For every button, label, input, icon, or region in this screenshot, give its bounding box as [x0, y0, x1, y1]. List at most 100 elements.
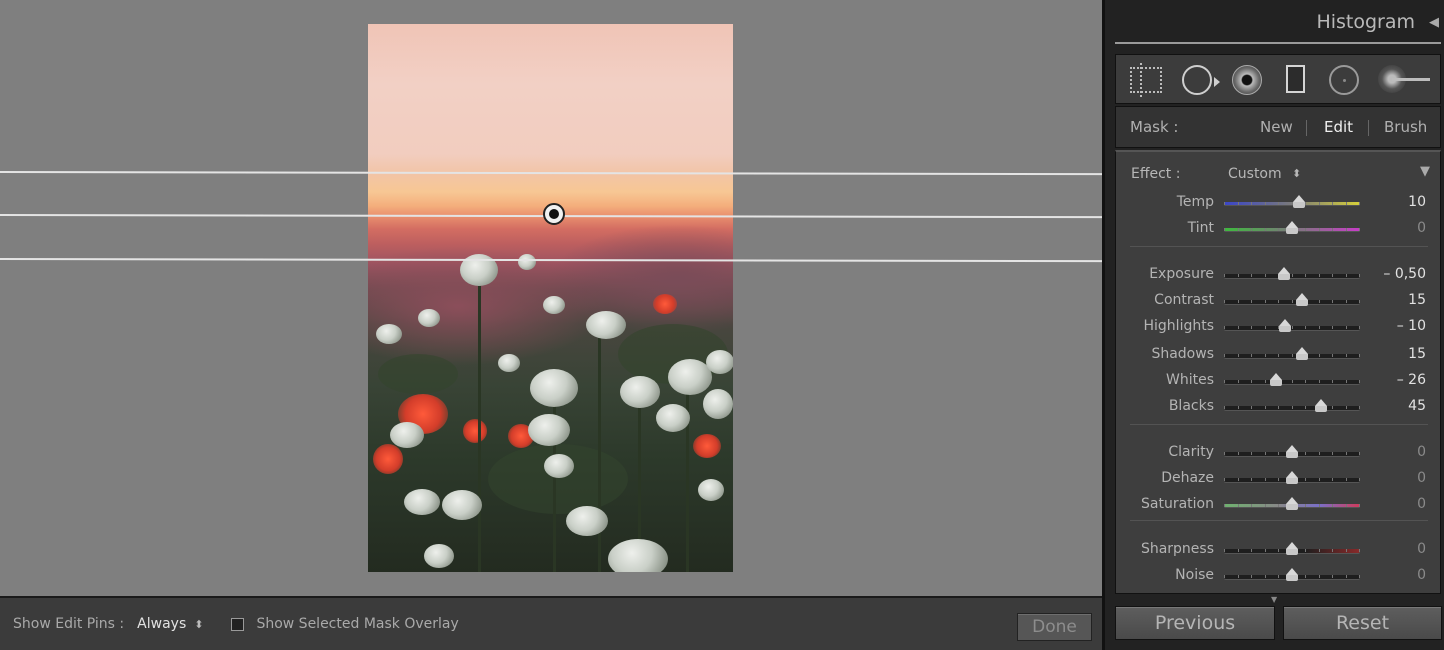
whites-slider[interactable]	[1224, 373, 1360, 386]
effect-select[interactable]: Custom	[1228, 166, 1282, 182]
reset-button[interactable]: Reset	[1283, 606, 1442, 640]
slider-tick	[1251, 274, 1252, 277]
crop-overlay-icon[interactable]	[1130, 63, 1162, 97]
whites-value[interactable]: – 26	[1397, 372, 1426, 388]
whites-slider-thumb[interactable]	[1269, 373, 1282, 386]
clarity-value[interactable]: 0	[1417, 444, 1426, 460]
saturation-slider-thumb[interactable]	[1286, 497, 1298, 510]
slider-row-shadows: Shadows 15	[1116, 342, 1440, 368]
white-flower	[518, 254, 536, 270]
show-mask-overlay-label[interactable]: Show Selected Mask Overlay	[256, 616, 458, 632]
separator	[1306, 120, 1307, 136]
slider-tick	[1318, 452, 1320, 455]
shadows-slider-thumb[interactable]	[1295, 347, 1308, 360]
highlights-slider-thumb[interactable]	[1279, 319, 1292, 332]
saturation-value[interactable]: 0	[1417, 496, 1426, 512]
noise-value[interactable]: 0	[1417, 567, 1426, 583]
adjustment-brush-icon[interactable]	[1378, 65, 1430, 95]
scroll-down-triangle-icon[interactable]: ▼	[1271, 595, 1277, 604]
slider-row-dehaze: Dehaze 0	[1116, 466, 1440, 492]
noise-slider[interactable]	[1224, 568, 1360, 581]
mask-new-button[interactable]: New	[1260, 118, 1293, 136]
effect-menu-triangle-icon[interactable]: ▼	[1420, 164, 1430, 179]
updown-arrows-icon[interactable]: ⬍	[194, 618, 203, 631]
noise-label: Noise	[1175, 567, 1214, 583]
show-edit-pins-select[interactable]: Always	[137, 616, 186, 632]
show-mask-overlay-checkbox[interactable]	[231, 617, 245, 631]
blacks-slider-thumb[interactable]	[1314, 399, 1327, 412]
slider-tick	[1305, 452, 1306, 455]
slider-tick	[1345, 478, 1347, 481]
highlights-slider[interactable]	[1224, 319, 1360, 332]
tint-value[interactable]: 0	[1417, 220, 1426, 236]
previous-button[interactable]: Previous	[1115, 606, 1275, 640]
saturation-label: Saturation	[1141, 496, 1214, 512]
slider-tick	[1278, 504, 1279, 507]
slider-tick	[1251, 202, 1252, 205]
exposure-slider[interactable]	[1224, 267, 1360, 280]
tint-slider[interactable]	[1224, 221, 1360, 234]
temp-value[interactable]: 10	[1408, 194, 1426, 210]
slider-tick	[1264, 274, 1266, 277]
exposure-value[interactable]: – 0,50	[1383, 266, 1426, 282]
slider-tick	[1251, 380, 1252, 383]
photo-preview[interactable]	[368, 24, 733, 572]
bottom-toolbar: Show Edit Pins : Always ⬍ Show Selected …	[0, 596, 1102, 650]
contrast-value[interactable]: 15	[1408, 292, 1426, 308]
clarity-label: Clarity	[1168, 444, 1214, 460]
contrast-slider-thumb[interactable]	[1295, 293, 1308, 306]
sharpness-slider-thumb[interactable]	[1286, 542, 1298, 555]
histogram-header[interactable]: Histogram ◀	[1105, 0, 1444, 44]
shadows-value[interactable]: 15	[1408, 346, 1426, 362]
sharpness-value[interactable]: 0	[1417, 541, 1426, 557]
mask-edit-button[interactable]: Edit	[1324, 118, 1353, 136]
slider-tick	[1237, 575, 1239, 578]
spot-removal-icon[interactable]	[1182, 65, 1220, 95]
radial-filter-icon[interactable]	[1329, 65, 1359, 95]
slider-tick	[1345, 326, 1347, 329]
white-flower	[528, 414, 570, 446]
slider-tick	[1251, 452, 1252, 455]
dehaze-slider-thumb[interactable]	[1286, 471, 1298, 484]
slider-tick	[1291, 300, 1293, 303]
slider-tick	[1345, 274, 1347, 277]
red-eye-icon[interactable]	[1232, 65, 1262, 95]
slider-tick	[1318, 326, 1320, 329]
highlights-value[interactable]: – 10	[1397, 318, 1426, 334]
slider-tick	[1359, 228, 1360, 231]
dehaze-slider[interactable]	[1224, 471, 1360, 484]
tint-slider-thumb[interactable]	[1286, 221, 1298, 234]
noise-slider-thumb[interactable]	[1286, 568, 1298, 581]
clarity-slider-thumb[interactable]	[1286, 445, 1298, 458]
temp-slider[interactable]	[1224, 195, 1360, 208]
mask-brush-button[interactable]: Brush	[1384, 118, 1427, 136]
blacks-value[interactable]: 45	[1408, 398, 1426, 414]
slider-row-noise: Noise 0	[1116, 563, 1440, 589]
slider-tick	[1224, 274, 1225, 277]
flower-stem	[478, 286, 481, 572]
slider-tick	[1251, 300, 1252, 303]
contrast-slider[interactable]	[1224, 293, 1360, 306]
clarity-slider[interactable]	[1224, 445, 1360, 458]
image-canvas[interactable]	[0, 0, 1102, 596]
effect-row: Effect : Custom ⬍ ▼	[1116, 164, 1440, 188]
exposure-slider-thumb[interactable]	[1277, 267, 1290, 280]
slider-tick	[1305, 228, 1306, 231]
updown-arrows-icon[interactable]: ⬍	[1292, 167, 1301, 180]
saturation-slider[interactable]	[1224, 497, 1360, 510]
slider-tick	[1345, 452, 1347, 455]
adjustments-panel: Effect : Custom ⬍ ▼ Temp 10 Tint 0 Exposure –…	[1115, 150, 1441, 594]
collapse-triangle-icon[interactable]: ◀	[1429, 15, 1439, 30]
slider-tick	[1278, 406, 1279, 409]
slider-tick	[1264, 228, 1266, 231]
done-button[interactable]: Done	[1017, 613, 1092, 641]
white-flower	[418, 309, 440, 327]
sharpness-slider[interactable]	[1224, 542, 1360, 555]
slider-tick	[1237, 478, 1239, 481]
dehaze-value[interactable]: 0	[1417, 470, 1426, 486]
shadows-slider[interactable]	[1224, 347, 1360, 360]
blacks-slider[interactable]	[1224, 399, 1360, 412]
temp-slider-thumb[interactable]	[1292, 195, 1305, 208]
graduated-filter-icon[interactable]	[1286, 65, 1305, 93]
edit-pin[interactable]	[543, 203, 565, 225]
